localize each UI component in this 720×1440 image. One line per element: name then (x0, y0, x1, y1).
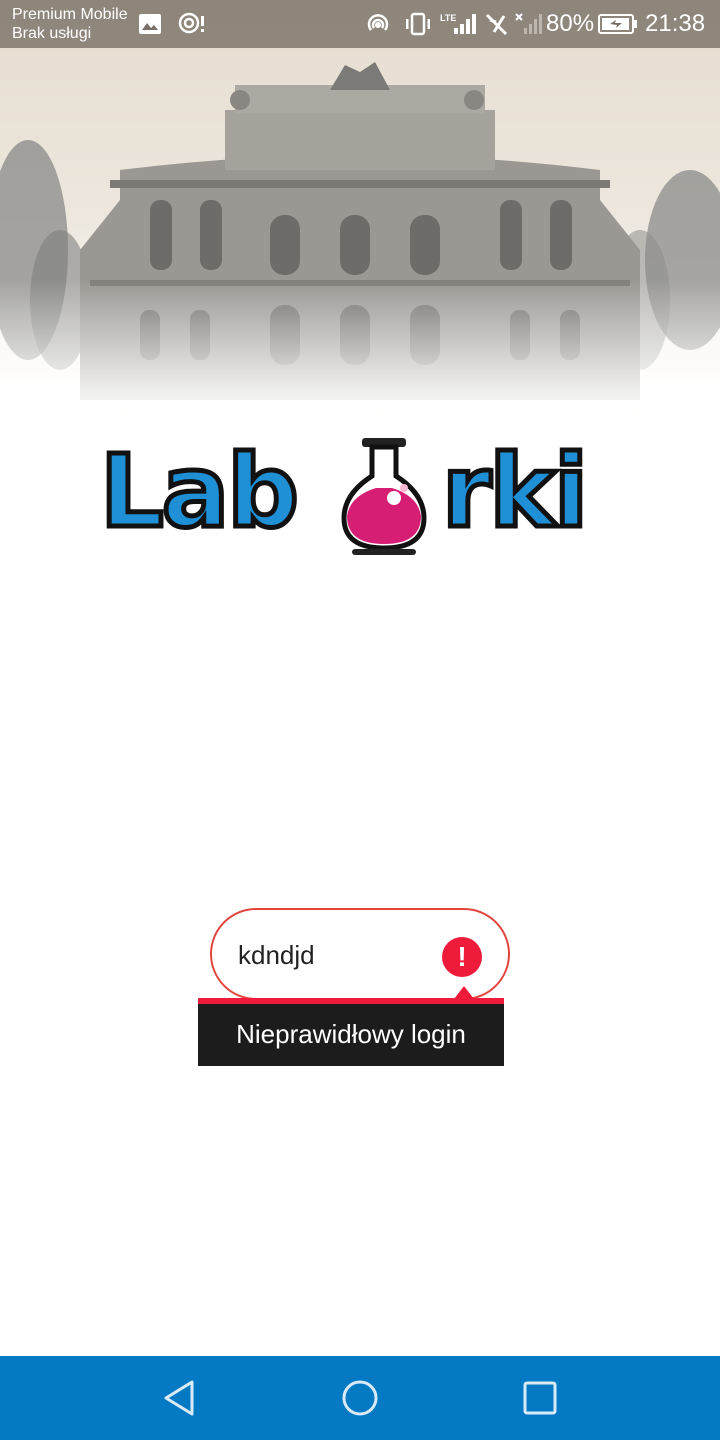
hotspot-icon (367, 14, 389, 31)
login-input-value[interactable]: kdndjd (238, 940, 315, 970)
back-icon[interactable] (160, 1378, 200, 1418)
status-bar: Premium Mobile Brak usługi LTE 80% 21:38 (0, 0, 720, 48)
signal-x-icon (515, 13, 542, 34)
flask-icon (341, 438, 427, 555)
error-exclamation-icon[interactable]: ! (442, 937, 482, 977)
error-message: Nieprawidłowy login (236, 1019, 466, 1049)
app-logo: Lab rki (96, 431, 620, 560)
image-icon (139, 14, 161, 34)
carrier-name: Premium Mobile (12, 6, 128, 23)
carrier-info: Premium Mobile Brak usługi (12, 5, 128, 43)
home-icon[interactable] (340, 1378, 380, 1418)
svg-text:LTE: LTE (440, 13, 456, 23)
battery-percent: 80% (546, 10, 595, 37)
login-screen: Premium Mobile Brak usługi LTE 80% 21:38… (0, 0, 720, 1440)
battery-charging-icon (598, 14, 637, 34)
clock: 21:38 (645, 10, 706, 37)
vibrate-icon (406, 12, 430, 36)
no-sim-icon (485, 13, 508, 36)
photo-fade-overlay (0, 280, 720, 440)
recents-icon[interactable] (520, 1378, 560, 1418)
lte-signal-icon: LTE (440, 13, 476, 34)
navigation-bar (0, 1356, 720, 1440)
header-building-photo (0, 0, 720, 440)
logo-text-right: rki (439, 431, 590, 553)
logo-text-left: Lab (98, 431, 302, 553)
service-status: Brak usługi (12, 25, 92, 42)
portable-wifi-icon (178, 12, 204, 34)
error-tooltip: Nieprawidłowy login (198, 998, 504, 1066)
